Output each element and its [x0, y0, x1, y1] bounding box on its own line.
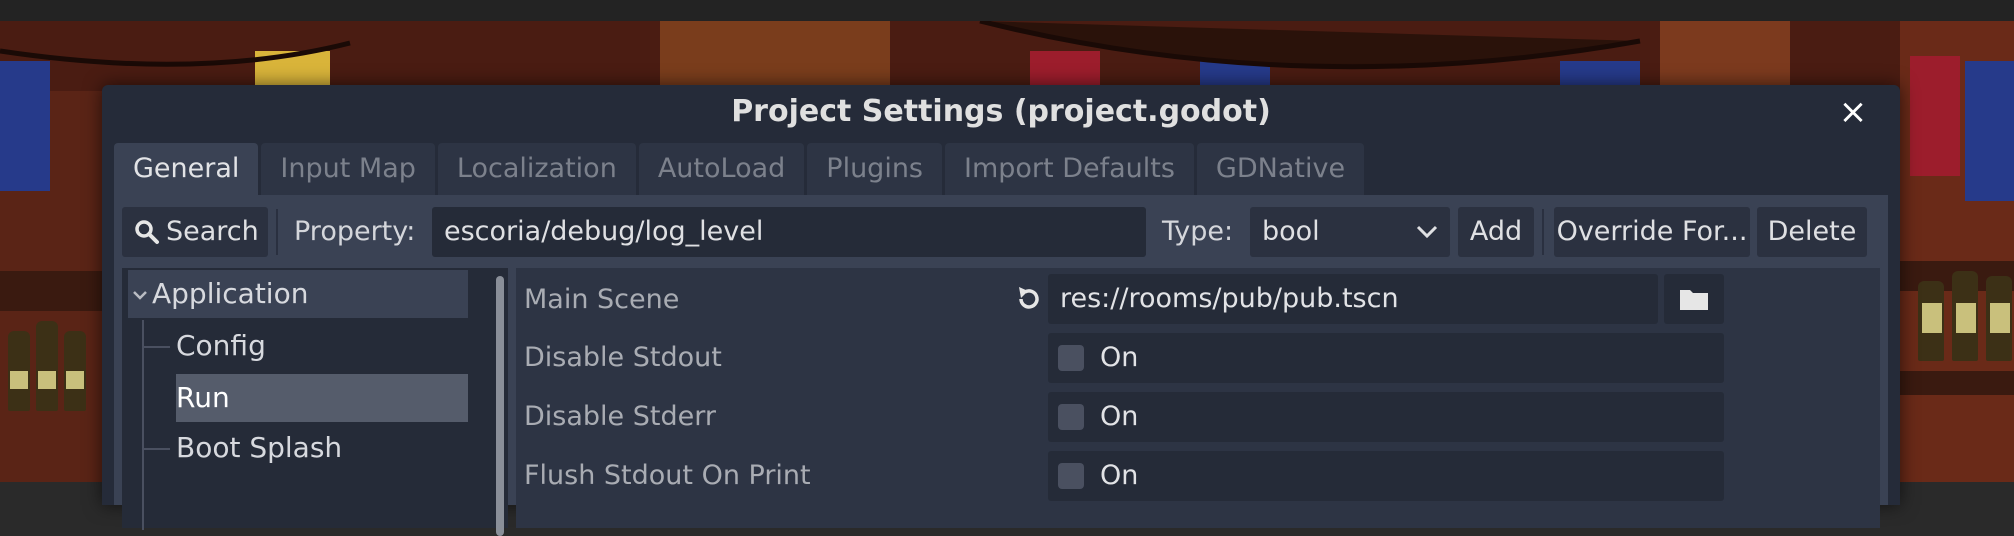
tab-input-map[interactable]: Input Map [261, 143, 435, 195]
tab-localization[interactable]: Localization [437, 143, 636, 195]
close-icon[interactable]: × [1836, 95, 1870, 129]
file-browse-button[interactable] [1664, 274, 1724, 324]
tree-item-config[interactable]: Config [176, 322, 468, 370]
flush-stdout-check-label: On [1100, 460, 1139, 491]
add-button[interactable]: Add [1458, 207, 1534, 257]
scene-left-shelf [0, 271, 102, 311]
prop-label-main-scene: Main Scene [524, 284, 680, 315]
prop-label-disable-stdout: Disable Stdout [524, 342, 722, 373]
tree-guide-line [142, 346, 170, 348]
bottle-label [1990, 303, 2010, 333]
main-scene-value: res://rooms/pub/pub.tscn [1060, 283, 1399, 314]
dialog-title: Project Settings (project.godot) [731, 94, 1271, 129]
tab-gdnative[interactable]: GDNative [1196, 143, 1365, 195]
tab-import-defaults[interactable]: Import Defaults [945, 143, 1194, 195]
type-select-value: bool [1262, 216, 1320, 247]
tree-guide-line [142, 448, 170, 450]
settings-tabs: General Input Map Localization AutoLoad … [114, 143, 1367, 195]
tree-category-label: Application [152, 277, 309, 310]
tree-category-application[interactable]: Application [128, 270, 468, 318]
type-label: Type: [1162, 216, 1234, 247]
bottle-label [1956, 303, 1976, 333]
chevron-down-icon [133, 291, 147, 300]
tree-guide-line [142, 320, 144, 530]
tab-general[interactable]: General [114, 143, 259, 195]
settings-category-tree: Application Config Run Boot Splash [122, 268, 508, 536]
prop-label-disable-stderr: Disable Stderr [524, 401, 716, 432]
tab-plugins[interactable]: Plugins [807, 143, 942, 195]
scene-right-shelf [1900, 371, 2014, 395]
search-label: Search [166, 216, 259, 247]
bottle-label [38, 371, 56, 389]
disable-stderr-field[interactable]: On [1048, 392, 1724, 442]
editor-top-bar [0, 0, 2014, 21]
delete-button[interactable]: Delete [1757, 207, 1867, 257]
property-label: Property: [294, 216, 416, 247]
prop-label-flush-stdout: Flush Stdout On Print [524, 460, 811, 491]
bottle-label [10, 371, 28, 389]
main-scene-field[interactable]: res://rooms/pub/pub.tscn [1048, 274, 1658, 324]
search-button[interactable]: Search [122, 207, 268, 257]
disable-stderr-checkbox[interactable] [1058, 404, 1084, 430]
tree-item-boot-splash[interactable]: Boot Splash [176, 424, 468, 472]
toolbar-separator [276, 209, 278, 255]
disable-stderr-check-label: On [1100, 401, 1139, 432]
type-select[interactable]: bool [1250, 207, 1450, 257]
bottle [36, 321, 58, 411]
override-for-button[interactable]: Override For... [1554, 207, 1750, 257]
property-input[interactable]: escoria/debug/log_level [432, 207, 1146, 257]
disable-stdout-checkbox[interactable] [1058, 345, 1084, 371]
tab-autoload[interactable]: AutoLoad [638, 143, 805, 195]
search-icon [135, 220, 159, 244]
bottle-label [1922, 303, 1942, 333]
bottle-label [66, 371, 84, 389]
revert-icon[interactable] [1014, 284, 1044, 314]
flush-stdout-checkbox[interactable] [1058, 463, 1084, 489]
tree-item-run[interactable]: Run [176, 374, 468, 422]
property-inspector: Main Scene res://rooms/pub/pub.tscn Disa… [516, 268, 1880, 528]
disable-stdout-check-label: On [1100, 342, 1139, 373]
tree-scrollbar[interactable] [496, 276, 504, 536]
chevron-down-icon [1416, 225, 1438, 239]
project-settings-dialog: Project Settings (project.godot) × Gener… [102, 85, 1900, 536]
folder-icon [1680, 290, 1708, 310]
toolbar-separator [1542, 209, 1544, 255]
disable-stdout-field[interactable]: On [1048, 333, 1724, 383]
general-panel: Search Property: escoria/debug/log_level… [114, 195, 1888, 536]
flush-stdout-field[interactable]: On [1048, 451, 1724, 501]
